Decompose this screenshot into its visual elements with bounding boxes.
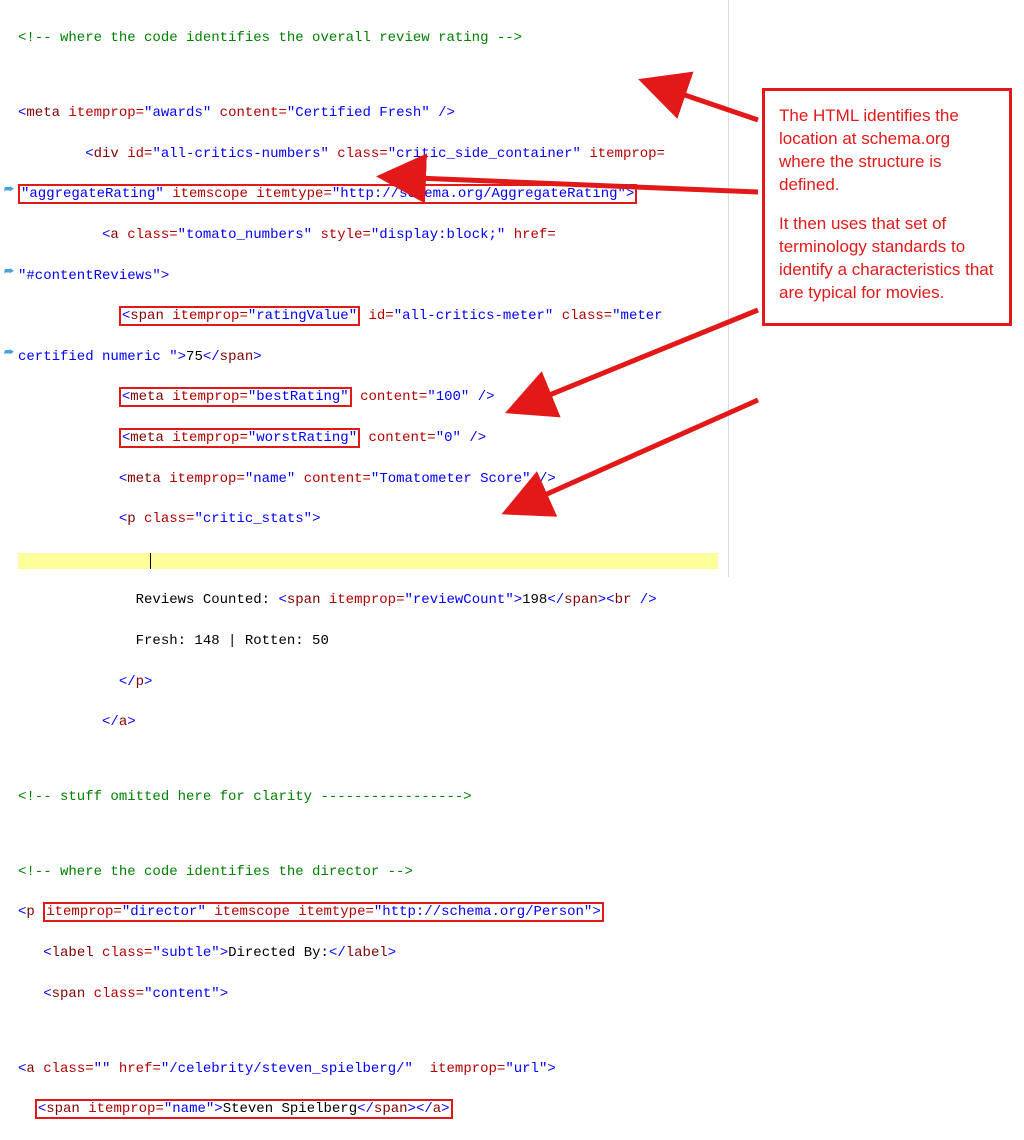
comment-line: <!-- where the code identifies the overa…: [18, 30, 522, 46]
highlight-worst-rating: <meta itemprop="worstRating": [119, 428, 360, 448]
callout-paragraph-1: The HTML identifies the location at sche…: [779, 105, 995, 197]
highlight-name: <span itemprop="name">Steven Spielberg</…: [35, 1099, 453, 1119]
highlight-aggregate-rating: "aggregateRating" itemscope itemtype="ht…: [18, 184, 637, 204]
callout-paragraph-2: It then uses that set of terminology sta…: [779, 213, 995, 305]
current-line-highlight: [18, 553, 718, 569]
highlight-best-rating: <meta itemprop="bestRating": [119, 387, 352, 407]
vertical-divider: [728, 0, 729, 577]
annotation-callout: The HTML identifies the location at sche…: [762, 88, 1012, 326]
comment-line: <!-- where the code identifies the direc…: [18, 864, 413, 880]
highlight-director: itemprop="director" itemscope itemtype="…: [43, 902, 604, 922]
highlight-rating-value: <span itemprop="ratingValue": [119, 306, 360, 326]
text-caret: [150, 553, 151, 569]
code-block: <!-- where the code identifies the overa…: [18, 8, 718, 1140]
comment-line: <!-- stuff omitted here for clarity ----…: [18, 789, 472, 805]
